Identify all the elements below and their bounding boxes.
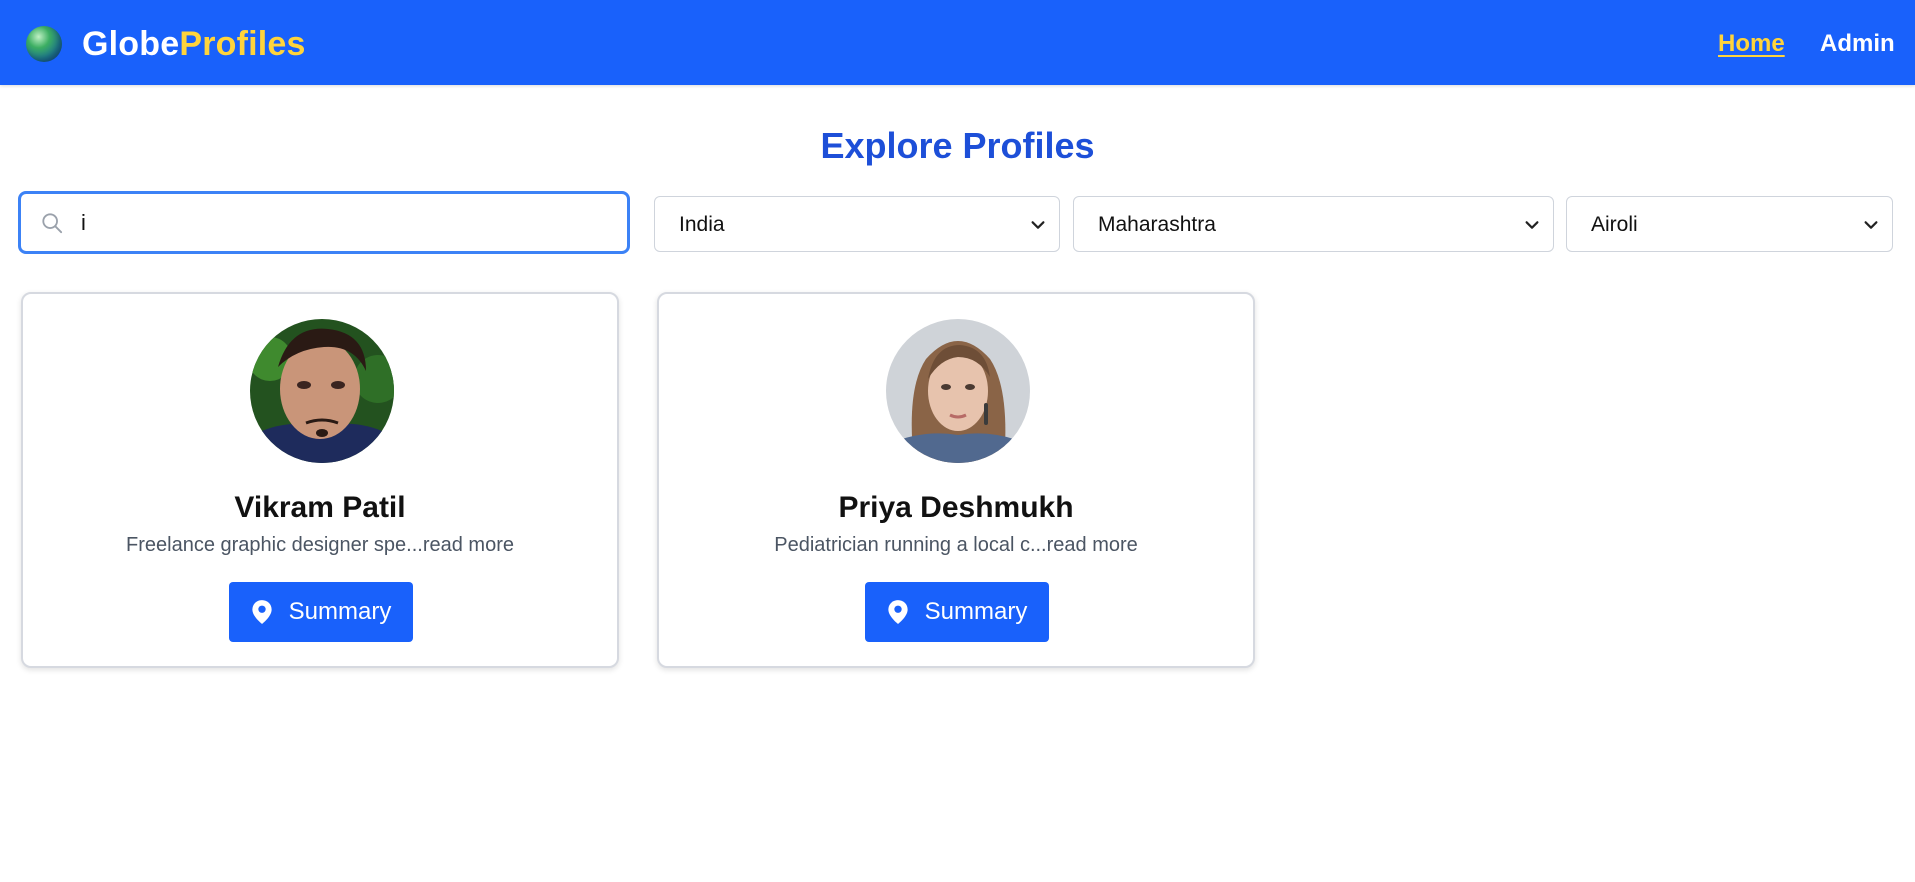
city-select-value: Airoli bbox=[1591, 213, 1638, 236]
search-icon bbox=[42, 213, 63, 234]
description-text: Freelance graphic designer spe... bbox=[126, 534, 423, 556]
chevron-down-icon bbox=[1031, 221, 1045, 229]
search-box[interactable] bbox=[18, 191, 630, 254]
profile-description: Freelance graphic designer spe...read mo… bbox=[23, 532, 617, 558]
chevron-down-icon bbox=[1525, 221, 1539, 229]
search-input[interactable] bbox=[81, 204, 601, 242]
brand-name-part2: Profiles bbox=[179, 25, 306, 63]
summary-button[interactable]: Summary bbox=[229, 582, 413, 642]
profile-card: Vikram Patil Freelance graphic designer … bbox=[21, 292, 619, 668]
map-pin-icon bbox=[888, 600, 908, 624]
chevron-down-icon bbox=[1864, 221, 1878, 229]
avatar bbox=[886, 319, 1030, 463]
summary-button-label: Summary bbox=[288, 598, 392, 625]
brand-logo-link[interactable]: GlobeProfiles bbox=[26, 26, 306, 62]
country-select[interactable]: India bbox=[654, 196, 1060, 252]
nav-link-home[interactable]: Home bbox=[1718, 30, 1785, 58]
country-select-value: India bbox=[679, 213, 725, 236]
globe-icon bbox=[26, 26, 62, 62]
navbar: GlobeProfiles Home Admin bbox=[0, 0, 1915, 85]
summary-button-label: Summary bbox=[924, 598, 1028, 625]
brand-name-part1: Globe bbox=[82, 25, 180, 63]
profile-name: Vikram Patil bbox=[234, 491, 406, 524]
state-select-value: Maharashtra bbox=[1098, 213, 1216, 236]
read-more-link[interactable]: read more bbox=[423, 534, 514, 556]
brand-name: GlobeProfiles bbox=[82, 26, 306, 62]
nav-link-admin[interactable]: Admin bbox=[1820, 30, 1895, 58]
page-title: Explore Profiles bbox=[820, 125, 1095, 166]
description-text: Pediatrician running a local c... bbox=[774, 534, 1047, 556]
summary-button[interactable]: Summary bbox=[865, 582, 1049, 642]
map-pin-icon bbox=[252, 600, 272, 624]
profile-card: Priya Deshmukh Pediatrician running a lo… bbox=[657, 292, 1255, 668]
state-select[interactable]: Maharashtra bbox=[1073, 196, 1554, 252]
profile-description: Pediatrician running a local c...read mo… bbox=[659, 532, 1253, 558]
avatar bbox=[250, 319, 394, 463]
profile-name: Priya Deshmukh bbox=[838, 491, 1074, 524]
city-select[interactable]: Airoli bbox=[1566, 196, 1893, 252]
read-more-link[interactable]: read more bbox=[1047, 534, 1138, 556]
